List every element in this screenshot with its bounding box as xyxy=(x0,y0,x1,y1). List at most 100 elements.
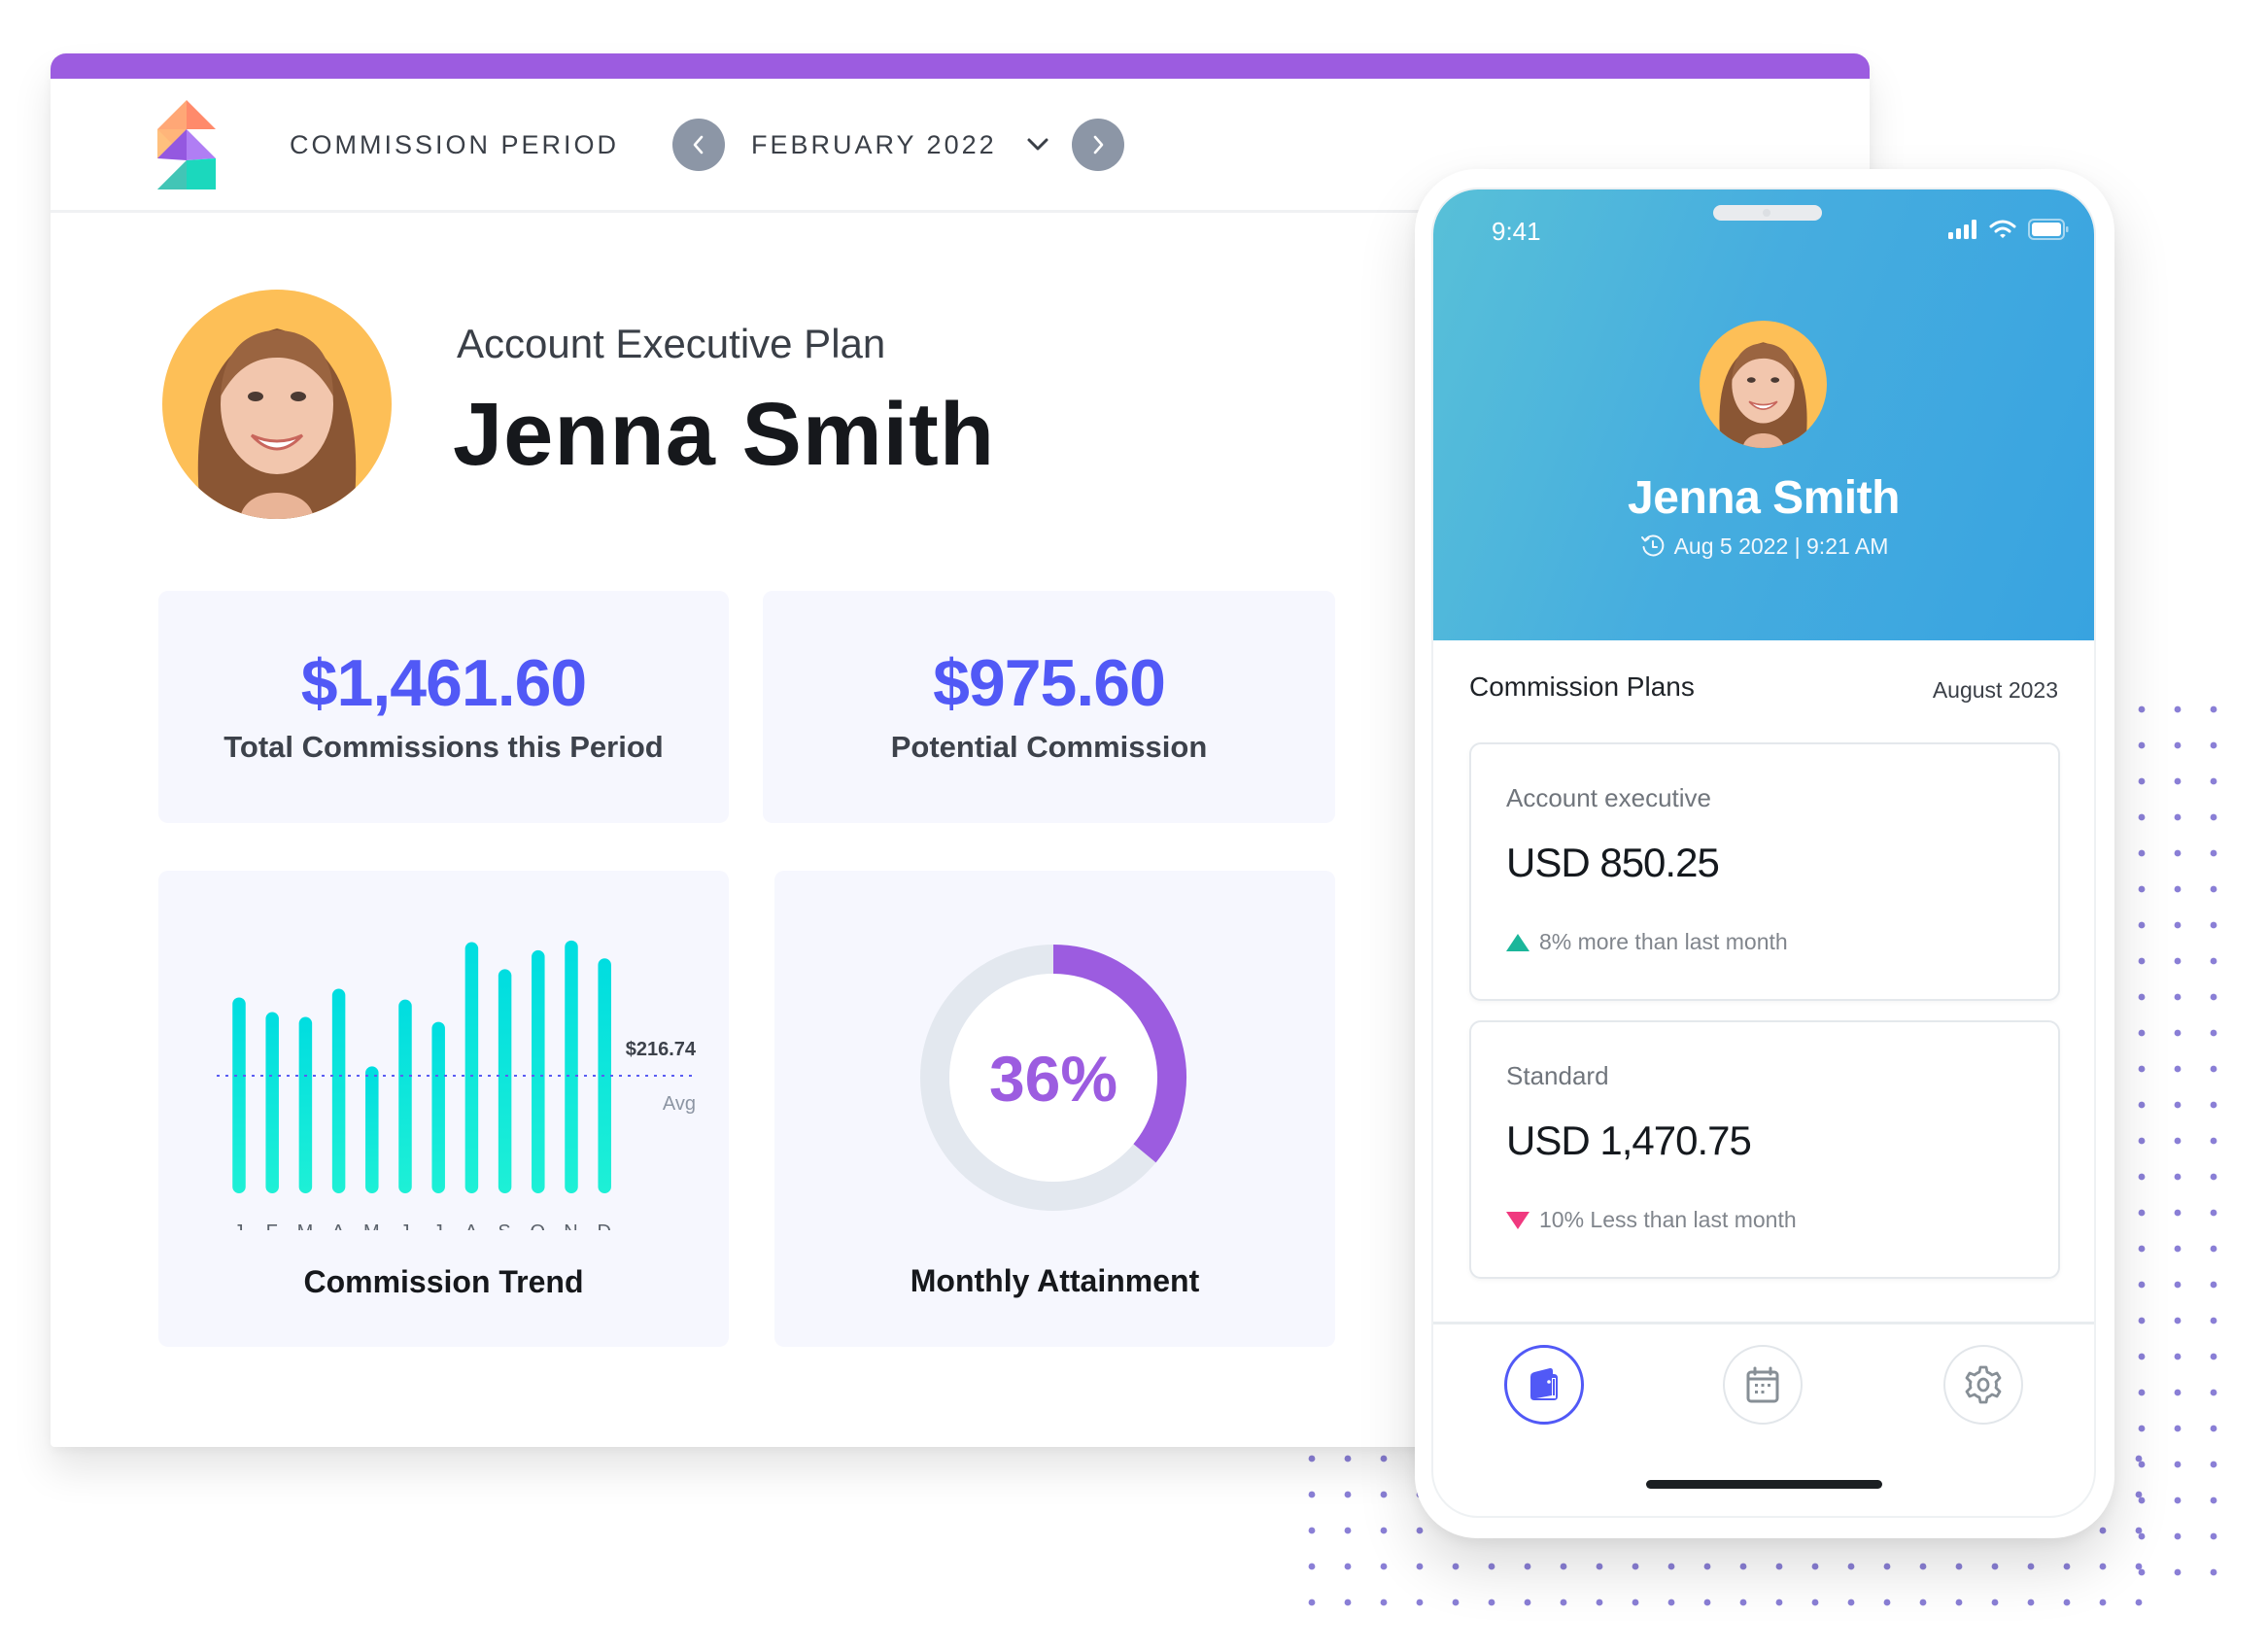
bar-O xyxy=(532,949,545,1193)
tab-settings[interactable] xyxy=(1943,1345,2023,1425)
pattern-dot xyxy=(2210,1317,2217,1324)
pattern-dot xyxy=(2099,1527,2107,1534)
pattern-dot xyxy=(1560,1563,1567,1570)
pattern-dot xyxy=(2027,1599,2035,1606)
pattern-dot xyxy=(2210,1173,2217,1181)
pattern-dot xyxy=(1667,1599,1675,1606)
pattern-dot xyxy=(1560,1599,1567,1606)
x-tick-label: D xyxy=(597,1221,611,1230)
pattern-dot xyxy=(1811,1599,1819,1606)
bar-J xyxy=(398,999,412,1193)
pattern-dot xyxy=(2174,1461,2182,1468)
phone-user-name: Jenna Smith xyxy=(1628,472,1900,524)
pattern-dot xyxy=(1955,1599,1963,1606)
pattern-dot xyxy=(2210,1245,2217,1253)
plan-card-standard[interactable]: Standard USD 1,470.75 10% Less than last… xyxy=(1469,1020,2060,1279)
bar-M xyxy=(298,1016,313,1193)
pattern-dot xyxy=(1775,1599,1783,1606)
plan-name: Account executive xyxy=(1506,783,1712,812)
trend-up-icon xyxy=(1506,933,1529,951)
bar-S xyxy=(498,969,512,1193)
pattern-dot xyxy=(1308,1563,1316,1570)
history-clock-icon xyxy=(1640,534,1664,557)
pattern-dot xyxy=(1380,1563,1388,1570)
commission-plans-heading: Commission Plans xyxy=(1469,671,1695,702)
pattern-dot xyxy=(2174,849,2182,857)
pattern-dot xyxy=(1416,1527,1424,1534)
pattern-dot xyxy=(2063,1563,2071,1570)
pattern-dot xyxy=(1380,1491,1388,1498)
pattern-dot xyxy=(2138,1281,2146,1289)
pattern-dot xyxy=(2210,1209,2217,1217)
pattern-dot xyxy=(1811,1563,1819,1570)
bar-J xyxy=(431,1021,445,1193)
pattern-dot xyxy=(2210,1029,2217,1037)
page-title: Jenna Smith xyxy=(453,385,996,484)
pattern-dot xyxy=(2210,921,2217,929)
pattern-dot xyxy=(1344,1563,1352,1570)
pattern-dot xyxy=(2174,1496,2182,1504)
pattern-dot xyxy=(1308,1491,1316,1498)
phone-notch xyxy=(1713,205,1822,221)
bar-J xyxy=(232,997,246,1193)
pattern-dot xyxy=(2210,1496,2217,1504)
bar-M xyxy=(365,1066,379,1193)
pattern-dot xyxy=(2174,1209,2182,1217)
pattern-dot xyxy=(2138,777,2146,785)
period-dropdown[interactable]: FEBRUARY 2022 xyxy=(751,118,1049,172)
pattern-dot xyxy=(2027,1563,2035,1570)
pattern-dot xyxy=(2138,1029,2146,1037)
monthly-attainment-title: Monthly Attainment xyxy=(910,1263,1200,1298)
pattern-dot xyxy=(2210,1461,2217,1468)
pattern-dot xyxy=(2210,993,2217,1001)
pattern-dot xyxy=(1488,1563,1495,1570)
pattern-dot xyxy=(2138,741,2146,749)
trend-down-icon xyxy=(1506,1211,1529,1229)
pattern-dot xyxy=(2138,1496,2146,1504)
monthly-attainment-donut: 36% xyxy=(920,945,1186,1211)
average-caption: Avg xyxy=(663,1093,696,1115)
pattern-dot xyxy=(1703,1563,1711,1570)
pattern-dot xyxy=(1344,1599,1352,1606)
pattern-dot xyxy=(2138,1425,2146,1432)
avatar-photo xyxy=(1700,321,1827,448)
camera-dot xyxy=(1763,209,1770,217)
pattern-dot xyxy=(2099,1599,2107,1606)
pattern-dot xyxy=(2210,813,2217,821)
next-period-button[interactable] xyxy=(1072,119,1124,171)
pattern-dot xyxy=(2063,1599,2071,1606)
stat-label: Potential Commission xyxy=(890,730,1208,764)
plan-trend: 10% Less than last month xyxy=(1506,1207,1797,1233)
pattern-dot xyxy=(1452,1563,1460,1570)
last-updated: Aug 5 2022 | 9:21 AM xyxy=(1433,533,2094,560)
chevron-right-icon xyxy=(1093,135,1104,155)
wallet-icon xyxy=(1530,1367,1558,1400)
x-tick-label: S xyxy=(498,1221,511,1230)
pattern-dot xyxy=(2138,885,2146,893)
pattern-dot xyxy=(2174,705,2182,713)
pattern-dot xyxy=(2174,1137,2182,1145)
plan-amount: USD 1,470.75 xyxy=(1506,1118,1752,1163)
pattern-dot xyxy=(2138,1101,2146,1109)
plan-trend-text: 8% more than last month xyxy=(1539,929,1788,954)
commission-period-label: COMMISSION PERIOD xyxy=(290,130,620,159)
pattern-dot xyxy=(2174,1281,2182,1289)
tab-wallet[interactable] xyxy=(1504,1345,1584,1425)
period-value: FEBRUARY 2022 xyxy=(751,129,997,159)
plan-trend-text: 10% Less than last month xyxy=(1539,1207,1797,1232)
avatar-photo xyxy=(162,290,392,519)
tab-bar-divider xyxy=(1433,1322,2094,1324)
plan-trend: 8% more than last month xyxy=(1506,929,1788,955)
pattern-dot xyxy=(1883,1563,1891,1570)
plan-card-account-executive[interactable]: Account executive USD 850.25 8% more tha… xyxy=(1469,742,2060,1001)
pattern-dot xyxy=(2099,1563,2107,1570)
plan-amount: USD 850.25 xyxy=(1506,840,1720,885)
pattern-dot xyxy=(1416,1563,1424,1570)
tab-calendar[interactable] xyxy=(1723,1345,1803,1425)
stat-value: $1,461.60 xyxy=(300,646,588,720)
plan-subtitle: Account Executive Plan xyxy=(457,321,886,366)
x-tick-label: M xyxy=(363,1221,381,1230)
previous-period-button[interactable] xyxy=(672,119,725,171)
pattern-dot xyxy=(1452,1599,1460,1606)
pattern-dot xyxy=(2210,1532,2217,1540)
